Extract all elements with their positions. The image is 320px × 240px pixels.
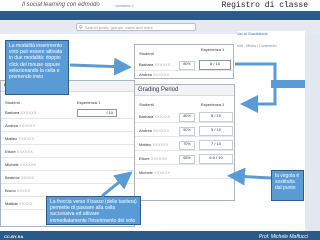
author: Prof. Michele Maffucci <box>258 234 308 240</box>
arrow-to-decimal <box>227 167 272 186</box>
arrow-to-filled-grades <box>235 62 277 113</box>
arrow-to-next-cell <box>101 171 133 198</box>
license-badge: CC-BY-SA <box>4 234 24 239</box>
annotation-arrows <box>69 57 277 198</box>
arrow-to-edit-cell <box>69 57 132 76</box>
